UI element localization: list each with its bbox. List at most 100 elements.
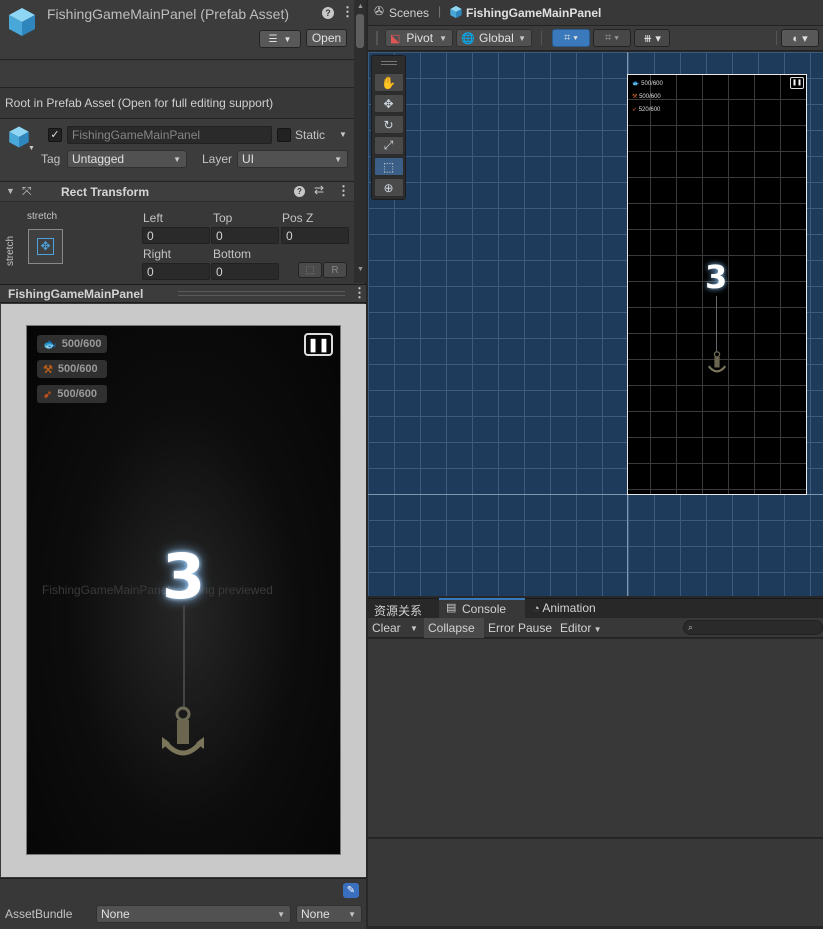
preview-drag-handle[interactable] xyxy=(178,291,345,296)
assetbundle-variant-dropdown[interactable]: None ▼ xyxy=(296,905,362,923)
scene-stat-value: 500/600 xyxy=(639,94,661,100)
gameobject-icon-dropdown-icon[interactable]: ▼ xyxy=(28,145,35,152)
static-dropdown-icon[interactable]: ▼ xyxy=(339,130,347,139)
stat-value: 500/600 xyxy=(61,338,102,350)
toolbar-separator xyxy=(776,31,777,45)
tab-assets[interactable]: 资源关系 xyxy=(374,602,422,619)
rect-tool-icon[interactable]: ⬚ xyxy=(373,157,404,176)
rod-icon: ⚒ xyxy=(43,363,53,376)
console-icon: ▤ xyxy=(446,602,457,614)
tab-animation-label: Animation xyxy=(542,601,596,615)
chevron-down-icon: ▼ xyxy=(518,33,526,43)
scroll-thumb[interactable] xyxy=(356,14,364,48)
scene-stat: ⚒ 500/600 xyxy=(632,91,663,104)
unity-scene-icon: ✇ xyxy=(374,4,385,18)
root-notice: Root in Prefab Asset (Open for full edit… xyxy=(5,96,274,110)
chevron-down-icon: ▼ xyxy=(334,154,342,164)
pivot-dropdown[interactable]: ⬕ Pivot ▼ xyxy=(385,29,453,47)
anchor-presets-button[interactable]: ✥ xyxy=(28,229,63,264)
breadcrumb-separator: | xyxy=(438,4,442,18)
bait-icon: ➶ xyxy=(43,388,53,401)
open-prefab-button[interactable]: Open xyxy=(306,29,347,47)
scene-stat-value: 520/600 xyxy=(638,107,661,113)
pivot-icon: ⬕ xyxy=(390,32,401,45)
bottom-label: Bottom xyxy=(213,247,252,261)
overrides-dropdown[interactable]: ☰ ▼ xyxy=(259,30,301,48)
collapse-button[interactable]: Collapse xyxy=(424,618,484,638)
snap-grid-button[interactable]: ⌗ ▾ xyxy=(593,29,631,47)
clock-icon: ◔ xyxy=(533,603,540,615)
help-icon[interactable]: ? xyxy=(294,186,305,197)
error-pause-button[interactable]: Error Pause xyxy=(488,621,552,635)
rect-transform-header[interactable]: ▼ ⤧ Rect Transform ? ⇄ ⋮ xyxy=(0,181,354,202)
rotate-tool-icon[interactable]: ↻ xyxy=(373,115,404,134)
layer-dropdown[interactable]: UI ▼ xyxy=(237,150,348,168)
scroll-down-icon[interactable]: ▼ xyxy=(357,266,364,273)
left-field[interactable]: 0 xyxy=(142,227,210,244)
label-tag-icon[interactable]: ✎ xyxy=(343,883,359,898)
stat-value: 500/600 xyxy=(57,363,98,375)
scene-stat-value: 500/600 xyxy=(641,81,663,87)
assetbundle-name-dropdown[interactable]: None ▼ xyxy=(96,905,291,923)
tag-dropdown[interactable]: Untagged ▼ xyxy=(67,150,187,168)
bottom-field[interactable]: 0 xyxy=(211,263,279,280)
palette-grip[interactable] xyxy=(381,61,397,65)
right-field[interactable]: 0 xyxy=(142,263,210,280)
tag-value: Untagged xyxy=(72,152,125,166)
toolbar-grip xyxy=(376,31,378,45)
assetbundle-label: AssetBundle xyxy=(5,907,73,921)
grid-toggle-button[interactable]: ⌗ ▾ xyxy=(552,29,590,47)
rect-transform-icon: ⤧ xyxy=(22,184,32,198)
component-menu-icon[interactable]: ⋮ xyxy=(337,183,350,199)
breadcrumb-prefab[interactable]: FishingGameMainPanel xyxy=(466,6,601,20)
preview-menu-icon[interactable]: ⋮ xyxy=(353,285,366,301)
increment-snap-button[interactable]: ⧻ ▾ xyxy=(634,29,670,47)
stat-fish: 🐟 500/600 xyxy=(37,335,108,353)
clear-dropdown-icon[interactable]: ▼ xyxy=(410,624,418,633)
scroll-up-icon[interactable]: ▲ xyxy=(357,3,364,10)
foldout-arrow-icon[interactable]: ▼ xyxy=(6,186,15,196)
top-field[interactable]: 0 xyxy=(211,227,279,244)
global-dropdown[interactable]: 🌐 Global ▼ xyxy=(456,29,532,47)
scene-stat: 🐟 500/600 xyxy=(632,78,663,91)
console-search-input[interactable]: ⌕ xyxy=(683,620,823,635)
layer-label: Layer xyxy=(202,152,233,166)
countdown-number: 3 xyxy=(162,540,206,613)
scene-stats: 🐟 500/600 ⚒ 500/600 ➶ 520/600 xyxy=(632,78,663,117)
inspector-scrollbar[interactable]: ▲ ▼ xyxy=(354,0,366,283)
pause-button[interactable]: ❚❚ xyxy=(304,333,333,356)
breadcrumb-scenes[interactable]: Scenes xyxy=(389,6,429,20)
editor-dropdown[interactable]: Editor ▼ xyxy=(560,621,602,635)
console-detail-area[interactable] xyxy=(368,839,823,926)
fishing-line xyxy=(183,605,185,710)
assetbundle-variant-value: None xyxy=(301,907,330,921)
draw-mode-button[interactable]: ◐ ▾ xyxy=(781,29,819,47)
header-spacer xyxy=(0,61,354,88)
move-tool-icon[interactable]: ✥ xyxy=(373,94,404,113)
raw-edit-button[interactable]: R xyxy=(323,262,347,278)
chevron-down-icon: ▼ xyxy=(173,154,181,164)
scene-pause-button[interactable]: ❚❚ xyxy=(790,77,804,89)
tab-console[interactable]: ▤ Console xyxy=(439,598,525,618)
prefab-small-icon xyxy=(450,5,462,19)
object-name-field[interactable]: FishingGameMainPanel xyxy=(67,126,272,144)
clear-button[interactable]: Clear xyxy=(372,621,401,635)
scale-tool-icon[interactable]: ⤢ xyxy=(373,136,404,155)
static-checkbox[interactable] xyxy=(277,128,291,142)
hand-tool-icon[interactable]: ✋ xyxy=(373,73,404,92)
tab-animation[interactable]: ◔ Animation xyxy=(533,601,596,615)
rect-transform-title: Rect Transform xyxy=(61,185,150,199)
inspector-title: FishingGameMainPanel (Prefab Asset) xyxy=(47,6,289,22)
tag-label: Tag xyxy=(41,152,61,166)
more-menu-icon[interactable]: ⋮ xyxy=(341,5,354,19)
console-log-area[interactable] xyxy=(368,639,823,838)
collapse-label: Collapse xyxy=(428,621,475,635)
global-label: Global xyxy=(479,31,514,45)
active-checkbox[interactable]: ✓ xyxy=(48,128,62,142)
help-icon[interactable]: ? xyxy=(322,7,334,19)
scene-anchor-icon xyxy=(707,351,727,373)
presets-icon[interactable]: ⇄ xyxy=(314,183,324,197)
posz-field[interactable]: 0 xyxy=(281,227,349,244)
blueprint-mode-button[interactable]: ⬚ xyxy=(298,262,322,278)
transform-tool-icon[interactable]: ⊕ xyxy=(373,178,404,197)
